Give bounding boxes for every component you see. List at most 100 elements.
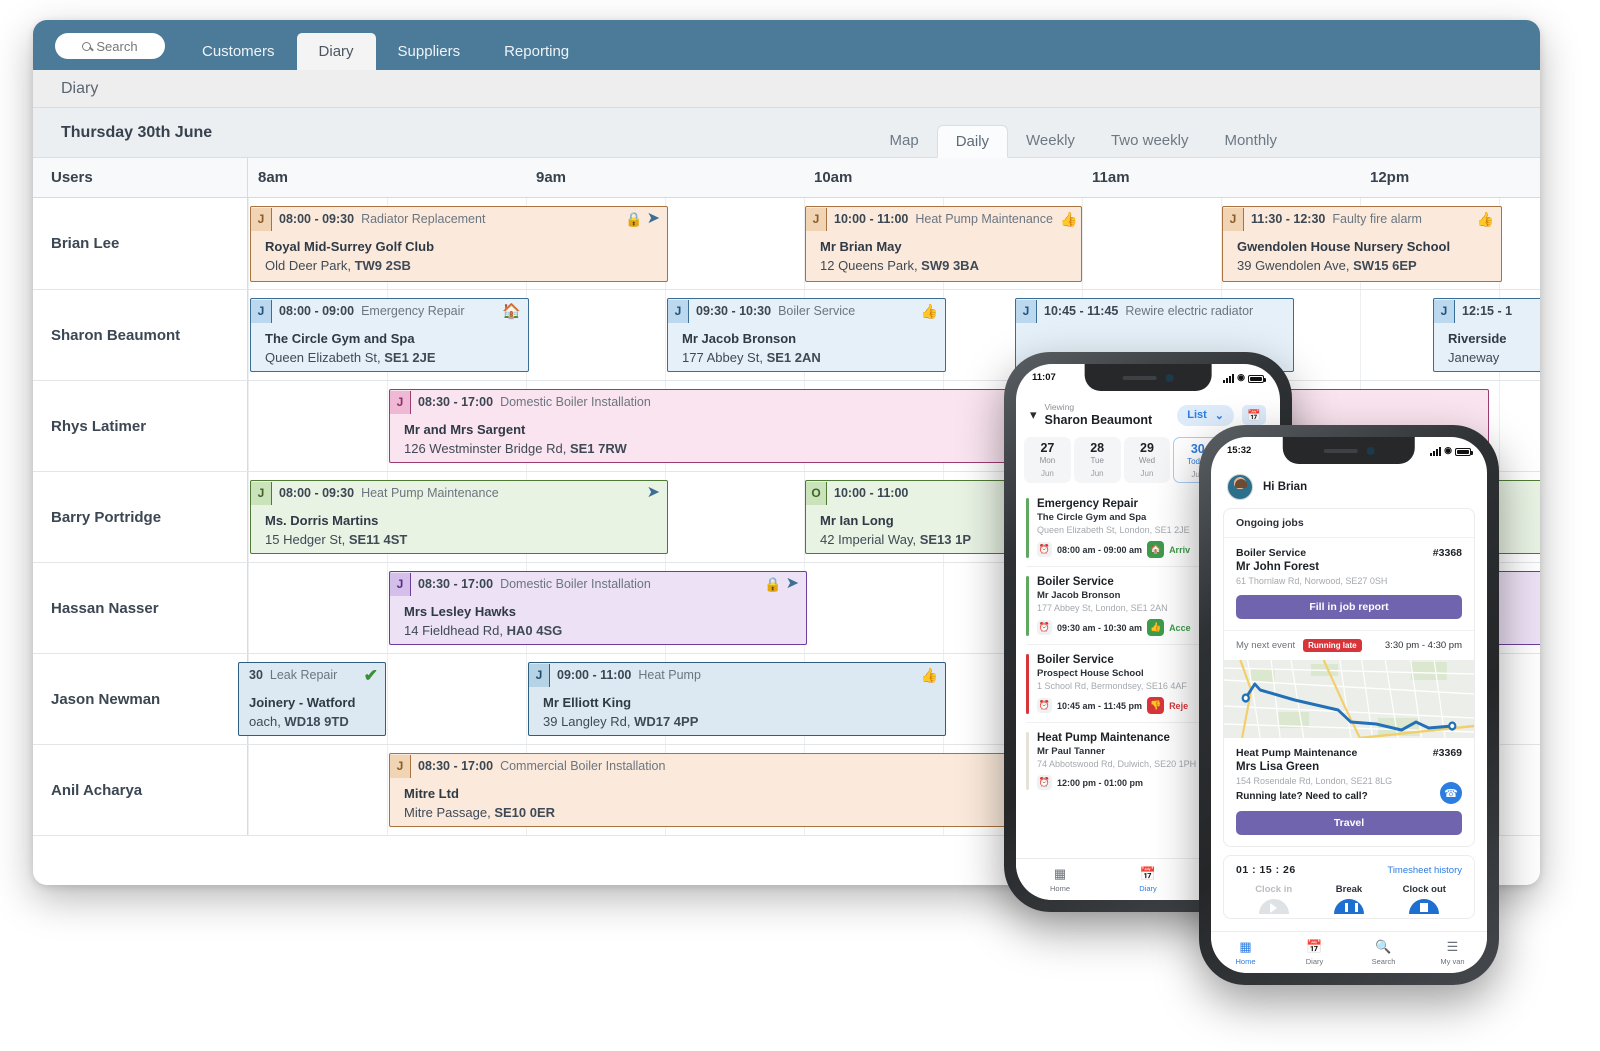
user-name-cell: Hassan Nasser — [33, 563, 248, 653]
calendar-event[interactable]: J 11:30 - 12:30 Faulty fire alarm 👍 Gwen… — [1222, 206, 1502, 282]
breadcrumb: Diary — [61, 80, 98, 98]
fill-job-report-button[interactable]: Fill in job report — [1236, 595, 1462, 619]
avatar[interactable] — [1227, 474, 1253, 500]
event-badge: J — [251, 300, 272, 323]
navigate-icon[interactable]: ➤ — [647, 211, 660, 227]
event-time: 09:00 - 11:00 — [557, 668, 631, 682]
event-badge: J — [1434, 300, 1455, 323]
viewing-user-name: Sharon Beaumont — [1045, 413, 1153, 427]
next-event-time: 3:30 pm - 4:30 pm — [1385, 640, 1462, 651]
filter-icon[interactable]: ▾ — [1030, 407, 1037, 423]
event-customer: Ms. Dorris Martins — [265, 513, 657, 528]
nav-tab-suppliers[interactable]: Suppliers — [376, 33, 483, 70]
tab-weekly[interactable]: Weekly — [1008, 124, 1093, 157]
break-control[interactable]: Break — [1311, 884, 1386, 914]
nav-tab-reporting[interactable]: Reporting — [482, 33, 591, 70]
event-time: 11:30 - 12:30 — [1251, 212, 1325, 226]
lock-icon: 🔒 — [625, 212, 642, 226]
user-name-cell: Anil Acharya — [33, 745, 248, 835]
calendar-event[interactable]: J 08:30 - 17:00 Domestic Boiler Installa… — [389, 571, 807, 645]
route-map[interactable] — [1224, 660, 1474, 738]
ongoing-job-body: Boiler Service #3368 Mr John Forest 61 T… — [1224, 538, 1474, 630]
calendar-event[interactable]: J 08:00 - 09:30 Radiator Replacement 🔒 ➤… — [250, 206, 668, 282]
event-type: Commercial Boiler Installation — [500, 759, 665, 773]
tab-diary[interactable]: 📅 Diary — [1280, 939, 1349, 966]
tab-search[interactable]: 🔍 Search — [1349, 939, 1418, 966]
tab-monthly[interactable]: Monthly — [1206, 124, 1295, 157]
event-customer: Mr Jacob Bronson — [682, 331, 935, 346]
table-row: Brian Lee J 08:00 - 09:30 Radiator Repla… — [33, 198, 1540, 290]
nav-tab-diary[interactable]: Diary — [297, 33, 376, 70]
calendar-event[interactable]: J 09:30 - 10:30 Boiler Service 👍 Mr Jaco… — [667, 298, 946, 372]
tab-diary[interactable]: 📅 Diary — [1104, 866, 1192, 893]
event-address: Old Deer Park, TW9 2SB — [265, 258, 657, 273]
status-badge: Running late — [1303, 639, 1361, 652]
calendar-icon: 📅 — [1104, 866, 1192, 882]
phone-icon[interactable]: ☎ — [1440, 782, 1462, 804]
page-subheader: Diary — [33, 70, 1540, 108]
clock-out-control[interactable]: Clock out — [1387, 884, 1462, 914]
status-bar: 11:07 ◉ — [1016, 364, 1280, 391]
calendar-event[interactable]: 30 Leak Repair ✔ Joinery - Watford oach,… — [238, 662, 386, 736]
table-row: Sharon Beaumont J 08:00 - 09:00 Emergenc… — [33, 290, 1540, 381]
map-graphic — [1224, 660, 1474, 738]
event-badge: O — [806, 482, 827, 505]
event-time: 10:00 - 11:00 — [834, 486, 908, 500]
battery-icon — [1455, 448, 1471, 456]
event-address: Queen Elizabeth St, SE1 2JE — [265, 350, 518, 365]
timesheet-card: 01 : 15 : 26 Timesheet history Clock in … — [1223, 855, 1475, 919]
tab-daily[interactable]: Daily — [937, 125, 1008, 158]
chevron-down-icon: ⌄ — [1215, 409, 1224, 422]
calendar-event[interactable]: J 12:15 - 1 Riverside Janeway — [1433, 298, 1540, 372]
page-title: Thursday 30th June — [61, 124, 212, 142]
event-badge: J — [1223, 208, 1244, 231]
tab-two-weekly[interactable]: Two weekly — [1093, 124, 1207, 157]
hour-label-9am: 9am — [526, 158, 804, 197]
thumbs-down-icon: 👎 — [1147, 697, 1164, 714]
top-navigation-bar: Search Customers Diary Suppliers Reporti… — [33, 20, 1540, 70]
view-mode-selector[interactable]: List ⌄ — [1177, 405, 1234, 426]
job-title: Boiler Service — [1236, 547, 1306, 559]
calendar-event[interactable]: J 08:00 - 09:00 Emergency Repair 🏠 The C… — [250, 298, 529, 372]
calendar-header: Users 8am 9am 10am 11am 12pm — [33, 158, 1540, 198]
date-chip[interactable]: 27 Mon Jun — [1024, 437, 1071, 483]
travel-button[interactable]: Travel — [1236, 811, 1462, 835]
event-type: Domestic Boiler Installation — [500, 395, 651, 409]
search-input[interactable]: Search — [55, 33, 165, 59]
greeting-header: Hi Brian — [1211, 464, 1487, 508]
clock-in-control[interactable]: Clock in — [1236, 884, 1311, 914]
timesheet-history-link[interactable]: Timesheet history — [1387, 865, 1462, 876]
tab-map[interactable]: Map — [872, 124, 937, 157]
event-badge: J — [251, 208, 272, 231]
calendar-event[interactable]: J 10:00 - 11:00 Heat Pump Maintenance 👍 … — [805, 206, 1082, 282]
next-event-row: My next event Running late 3:30 pm - 4:3… — [1224, 630, 1474, 660]
job-title: Heat Pump Maintenance — [1236, 747, 1357, 759]
hour-label-12pm: 12pm — [1360, 158, 1540, 197]
users-column-header: Users — [33, 158, 248, 197]
job-status: Arriv — [1169, 545, 1190, 555]
nav-tab-customers[interactable]: Customers — [180, 33, 297, 70]
job-number: #3368 — [1433, 547, 1462, 559]
date-chip[interactable]: 28 Tue Jun — [1074, 437, 1121, 483]
event-badge: J — [390, 573, 411, 596]
view-mode-label: List — [1187, 409, 1207, 421]
grid-icon: ▦ — [1016, 866, 1104, 882]
event-time: 09:30 - 10:30 — [696, 304, 771, 318]
thumbs-up-icon: 👍 — [1147, 619, 1164, 636]
date-chip[interactable]: 29 Wed Jun — [1124, 437, 1171, 483]
calendar-icon-button[interactable]: 📅 — [1242, 405, 1266, 425]
search-placeholder: Search — [96, 39, 137, 54]
hour-label-10am: 10am — [804, 158, 1082, 197]
tab-my-van[interactable]: ☰ My van — [1418, 939, 1487, 966]
thumbs-up-icon: 👍 — [921, 304, 938, 318]
calendar-event[interactable]: J 09:00 - 11:00 Heat Pump 👍 Mr Elliott K… — [528, 662, 946, 736]
event-lane: J 08:00 - 09:00 Emergency Repair 🏠 The C… — [248, 290, 1540, 380]
calendar-event[interactable]: J 08:00 - 09:30 Heat Pump Maintenance ➤ … — [250, 480, 668, 554]
tab-home[interactable]: ▦ Home — [1016, 866, 1104, 893]
event-time: 08:30 - 17:00 — [418, 759, 493, 773]
event-badge: J — [390, 391, 411, 414]
tab-home[interactable]: ▦ Home — [1211, 939, 1280, 966]
navigate-icon[interactable]: ➤ — [647, 485, 660, 501]
navigate-icon[interactable]: ➤ — [786, 576, 799, 592]
phone2-screen: 15:32 ◉ Hi Brian Ongoing jobs Boiler Ser… — [1211, 437, 1487, 973]
